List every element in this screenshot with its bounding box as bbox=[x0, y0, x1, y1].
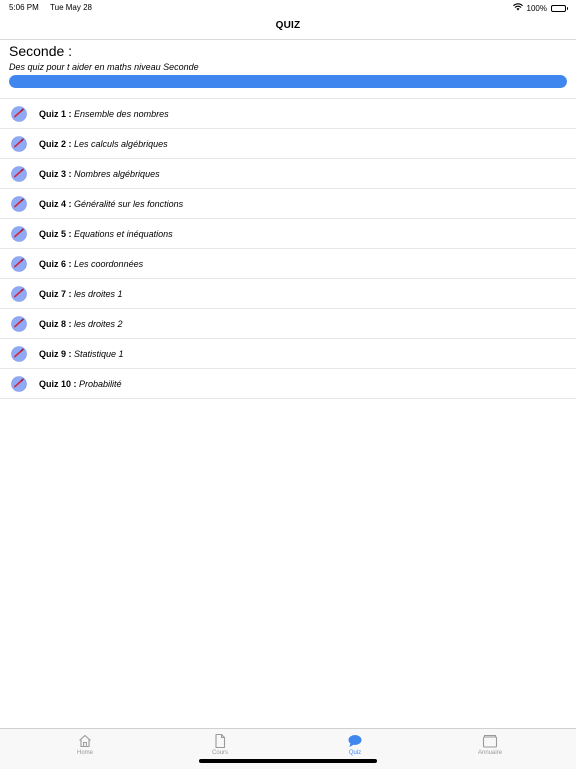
progress-bar bbox=[9, 75, 567, 88]
quiz-number: Quiz 9 : bbox=[39, 349, 72, 359]
quiz-row[interactable]: Quiz 9 : Statistique 1 bbox=[0, 339, 576, 369]
pencil-badge-icon bbox=[11, 136, 27, 152]
quiz-row-text: Quiz 2 : Les calculs algébriques bbox=[39, 139, 168, 149]
quiz-number: Quiz 4 : bbox=[39, 199, 72, 209]
quiz-number: Quiz 2 : bbox=[39, 139, 72, 149]
quiz-list: Quiz 1 : Ensemble des nombres Quiz 2 : Le… bbox=[0, 99, 576, 399]
level-subtitle: Des quiz pour t aider en maths niveau Se… bbox=[9, 62, 199, 72]
quiz-row-text: Quiz 10 : Probabilité bbox=[39, 379, 122, 389]
status-right: 100% bbox=[512, 3, 568, 13]
quiz-row[interactable]: Quiz 7 : les droites 1 bbox=[0, 279, 576, 309]
quiz-row[interactable]: Quiz 8 : les droites 2 bbox=[0, 309, 576, 339]
pencil-badge-icon bbox=[11, 376, 27, 392]
pencil-badge-icon bbox=[11, 196, 27, 212]
tab-annuaire-label: Annuaire bbox=[477, 750, 503, 756]
tab-cours[interactable]: Cours bbox=[148, 729, 292, 761]
pencil-badge-icon bbox=[11, 226, 27, 242]
quiz-row[interactable]: Quiz 4 : Généralité sur les fonctions bbox=[0, 189, 576, 219]
pencil-badge-icon bbox=[11, 166, 27, 182]
quiz-row-text: Quiz 8 : les droites 2 bbox=[39, 319, 123, 329]
quiz-topic: les droites 2 bbox=[74, 319, 123, 329]
quiz-row-text: Quiz 4 : Généralité sur les fonctions bbox=[39, 199, 183, 209]
quiz-row-text: Quiz 7 : les droites 1 bbox=[39, 289, 123, 299]
quiz-row-text: Quiz 5 : Equations et inéquations bbox=[39, 229, 173, 239]
quiz-topic: Les calculs algébriques bbox=[74, 139, 168, 149]
pencil-badge-icon bbox=[11, 106, 27, 122]
status-left: 5:06 PM Tue May 28 bbox=[9, 3, 92, 12]
quiz-row[interactable]: Quiz 3 : Nombres algébriques bbox=[0, 159, 576, 189]
quiz-row[interactable]: Quiz 1 : Ensemble des nombres bbox=[0, 99, 576, 129]
tab-quiz[interactable]: Quiz bbox=[283, 729, 427, 761]
quiz-topic: Généralité sur les fonctions bbox=[74, 199, 184, 209]
quiz-number: Quiz 5 : bbox=[39, 229, 72, 239]
quiz-topic: Ensemble des nombres bbox=[74, 109, 169, 119]
pencil-badge-icon bbox=[11, 286, 27, 302]
folder-icon bbox=[482, 733, 498, 749]
tab-quiz-label: Quiz bbox=[348, 750, 362, 756]
tab-annuaire[interactable]: Annuaire bbox=[418, 729, 562, 761]
pencil-badge-icon bbox=[11, 256, 27, 272]
level-header: Seconde : Des quiz pour t aider en maths… bbox=[0, 40, 576, 99]
quiz-row[interactable]: Quiz 5 : Equations et inéquations bbox=[0, 219, 576, 249]
home-icon bbox=[77, 733, 93, 749]
navigation-bar: QUIZ bbox=[0, 14, 576, 40]
quiz-row-text: Quiz 9 : Statistique 1 bbox=[39, 349, 124, 359]
tab-home[interactable]: Home bbox=[13, 729, 157, 761]
quiz-number: Quiz 1 : bbox=[39, 109, 72, 119]
quiz-row[interactable]: Quiz 6 : Les coordonnées bbox=[0, 249, 576, 279]
page-title: QUIZ bbox=[275, 20, 301, 31]
pencil-badge-icon bbox=[11, 316, 27, 332]
quiz-topic: Nombres algébriques bbox=[74, 169, 160, 179]
level-title: Seconde : bbox=[9, 43, 73, 59]
quiz-topic: Equations et inéquations bbox=[74, 229, 173, 239]
quiz-row-text: Quiz 3 : Nombres algébriques bbox=[39, 169, 160, 179]
battery-icon bbox=[551, 4, 568, 12]
quiz-number: Quiz 3 : bbox=[39, 169, 72, 179]
quiz-row[interactable]: Quiz 2 : Les calculs algébriques bbox=[0, 129, 576, 159]
chat-bubble-icon bbox=[347, 733, 363, 749]
quiz-topic: les droites 1 bbox=[74, 289, 123, 299]
quiz-topic: Statistique 1 bbox=[74, 349, 124, 359]
status-date: Tue May 28 bbox=[50, 3, 92, 12]
wifi-icon bbox=[512, 3, 523, 13]
pencil-badge-icon bbox=[11, 346, 27, 362]
quiz-topic: Probabilité bbox=[79, 379, 122, 389]
home-indicator bbox=[199, 759, 377, 763]
quiz-row-text: Quiz 1 : Ensemble des nombres bbox=[39, 109, 169, 119]
quiz-topic: Les coordonnées bbox=[74, 259, 144, 269]
document-icon bbox=[212, 733, 228, 749]
status-time: 5:06 PM bbox=[9, 3, 39, 12]
quiz-number: Quiz 7 : bbox=[39, 289, 72, 299]
quiz-number: Quiz 6 : bbox=[39, 259, 72, 269]
quiz-number: Quiz 10 : bbox=[39, 379, 77, 389]
progress-bar-fill bbox=[9, 75, 567, 88]
tab-home-label: Home bbox=[76, 750, 93, 756]
quiz-row[interactable]: Quiz 10 : Probabilité bbox=[0, 369, 576, 399]
battery-percent: 100% bbox=[526, 3, 547, 13]
quiz-row-text: Quiz 6 : Les coordonnées bbox=[39, 259, 143, 269]
quiz-number: Quiz 8 : bbox=[39, 319, 72, 329]
status-bar: 5:06 PM Tue May 28 100% bbox=[0, 0, 576, 14]
tab-cours-label: Cours bbox=[211, 750, 228, 756]
